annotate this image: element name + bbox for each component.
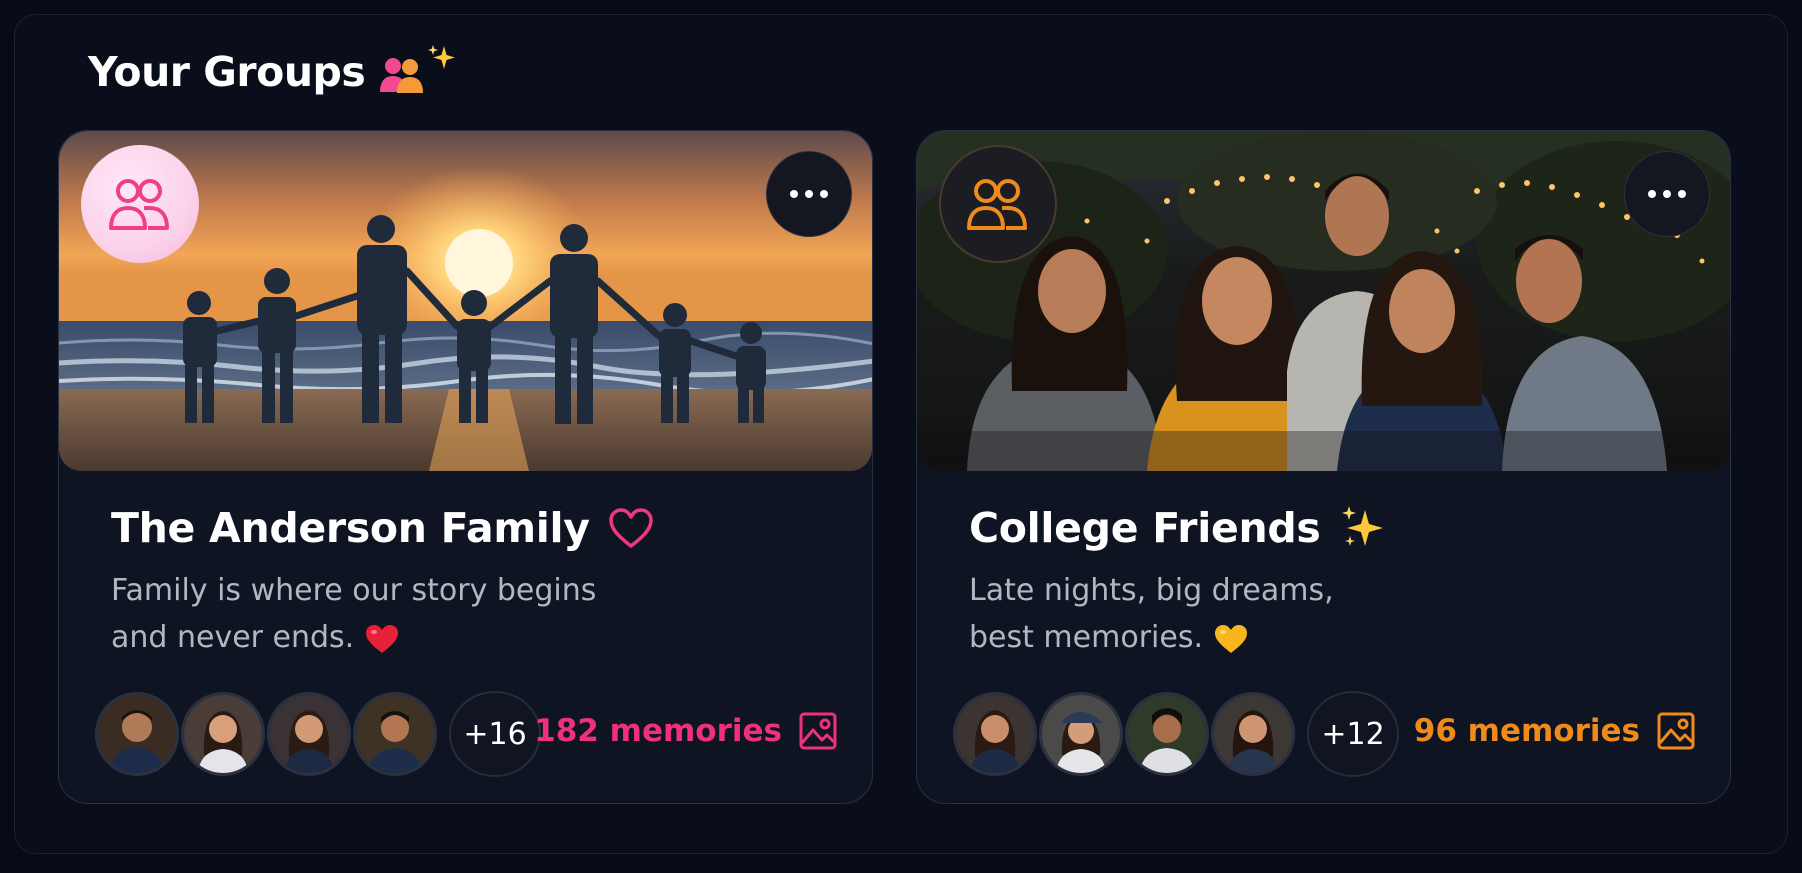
sparkles-icon [1341, 506, 1383, 546]
group-title: College Friends [969, 504, 1387, 552]
group-description: Late nights, big dreams, best memories. [969, 567, 1489, 661]
member-avatar[interactable] [181, 692, 265, 776]
more-options-button[interactable] [766, 151, 852, 237]
member-avatar[interactable] [353, 692, 437, 776]
yellow-heart-icon [1214, 624, 1247, 653]
description-line: Family is where our story begins [111, 573, 597, 608]
member-avatar[interactable] [1211, 692, 1295, 776]
more-options-button[interactable] [1624, 151, 1710, 237]
member-avatar[interactable] [95, 692, 179, 776]
image-icon [799, 712, 837, 750]
member-avatar[interactable] [953, 692, 1037, 776]
people-icon [380, 58, 424, 93]
group-title: The Anderson Family [111, 504, 654, 552]
image-icon [1657, 712, 1695, 750]
member-avatars: +16 [95, 691, 541, 777]
member-avatar[interactable] [1125, 692, 1209, 776]
member-avatar[interactable] [267, 692, 351, 776]
description-line-2: best memories. [969, 614, 1489, 661]
section-title: Your Groups [88, 48, 366, 96]
memories-count: 182 memories [534, 713, 782, 749]
more-members-count[interactable]: +16 [449, 691, 541, 777]
description-line-2: and never ends. [111, 614, 631, 661]
people-icon [967, 179, 1027, 230]
member-avatar[interactable] [1039, 692, 1123, 776]
section-header: Your Groups [88, 44, 461, 100]
header-icons [379, 44, 461, 100]
red-heart-icon [366, 624, 399, 653]
memories-count: 96 memories [1413, 713, 1640, 749]
heart-outline-icon [608, 508, 653, 548]
ellipsis-icon [1648, 190, 1686, 198]
group-name: The Anderson Family [111, 504, 590, 552]
description-line: Late nights, big dreams, [969, 573, 1334, 608]
people-icon [109, 179, 169, 230]
ellipsis-icon [790, 190, 828, 198]
group-badge [81, 145, 199, 263]
more-members-count[interactable]: +12 [1307, 691, 1399, 777]
group-card-anderson-family[interactable]: The Anderson Family Family is where our … [58, 130, 873, 804]
group-description: Family is where our story begins and nev… [111, 567, 631, 661]
sparkles-icon [428, 45, 456, 69]
group-badge [939, 145, 1057, 263]
group-name: College Friends [969, 504, 1321, 552]
memories-link[interactable]: 96 memories [1414, 711, 1696, 751]
member-avatars: +12 [953, 691, 1399, 777]
memories-link[interactable]: 182 memories [534, 711, 838, 751]
group-card-college-friends[interactable]: College Friends Late nights, big dreams,… [916, 130, 1731, 804]
